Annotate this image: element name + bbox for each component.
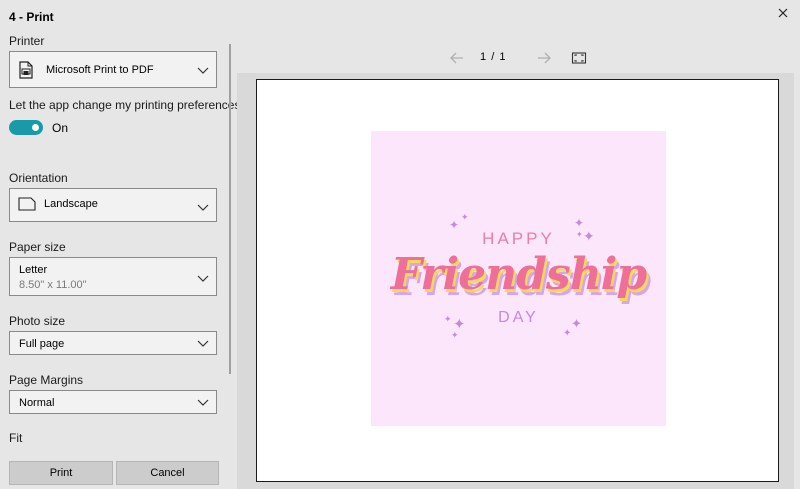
printer-label: Printer (9, 34, 45, 48)
photo-size-label: Photo size (9, 314, 66, 328)
total-pages: 1 (499, 51, 507, 63)
printer-select[interactable]: Microsoft Print to PDF (9, 51, 217, 88)
photo-size-select[interactable]: Full page (9, 331, 217, 355)
toggle-knob (32, 124, 39, 131)
orientation-select[interactable]: Landscape (9, 188, 217, 222)
page-icon (18, 197, 36, 211)
margins-label: Page Margins (9, 373, 84, 387)
preferences-label: Let the app change my printing preferenc… (9, 98, 241, 112)
orientation-label: Orientation (9, 171, 68, 185)
print-button[interactable]: Print (9, 461, 113, 485)
chevron-down-icon (197, 204, 209, 211)
close-icon (778, 8, 788, 18)
sparkle-icon: ✦ (583, 228, 595, 244)
page-separator: / (491, 51, 496, 63)
chevron-down-icon (197, 340, 209, 347)
printer-value: Microsoft Print to PDF (46, 64, 154, 76)
orientation-value: Landscape (44, 198, 98, 210)
chevron-down-icon (197, 67, 209, 74)
preferences-toggle[interactable] (9, 120, 43, 135)
next-page-icon[interactable] (536, 50, 552, 66)
current-page: 1 (480, 51, 488, 63)
sparkle-icon: ✦ (461, 212, 469, 222)
paper-size-detail: 8.50" x 11.00" (19, 279, 87, 291)
margins-value: Normal (19, 397, 55, 409)
sparkle-icon: ✦ (576, 230, 583, 239)
sparkle-icon: ✦ (444, 314, 452, 324)
paper-size-label: Paper size (9, 240, 66, 254)
artwork-friendship-text: Friendship (390, 249, 647, 300)
photo-size-value: Full page (19, 338, 65, 350)
previous-page-icon[interactable] (449, 50, 465, 66)
margins-select[interactable]: Normal (9, 390, 217, 414)
window-title: 4 - Print (9, 10, 54, 24)
sparkle-icon: ✦ (451, 330, 459, 340)
paper-size-select[interactable]: Letter 8.50" x 11.00" (9, 257, 217, 296)
cancel-button[interactable]: Cancel (116, 461, 219, 485)
chevron-down-icon (197, 275, 209, 282)
printer-icon (19, 61, 33, 79)
sparkle-icon: ✦ (571, 316, 582, 331)
sparkle-icon: ✦ (449, 218, 460, 232)
chevron-down-icon (197, 399, 209, 406)
artwork-day-text: DAY (498, 309, 539, 326)
page-indicator: 1 / 1 (480, 51, 506, 63)
fit-label: Fit (9, 431, 23, 445)
friendship-day-artwork: HAPPY Friendship DAY ✦ ✦ ✦ ✦ ✦ ✦ ✦ ✦ ✦ ✦ (371, 131, 666, 426)
artwork-happy-text: HAPPY (482, 229, 555, 248)
fit-to-window-icon[interactable] (571, 50, 587, 66)
close-button[interactable] (774, 4, 792, 22)
paper-size-value: Letter (19, 264, 48, 276)
panel-scrollbar[interactable] (229, 44, 231, 374)
toggle-state-text: On (52, 121, 69, 135)
